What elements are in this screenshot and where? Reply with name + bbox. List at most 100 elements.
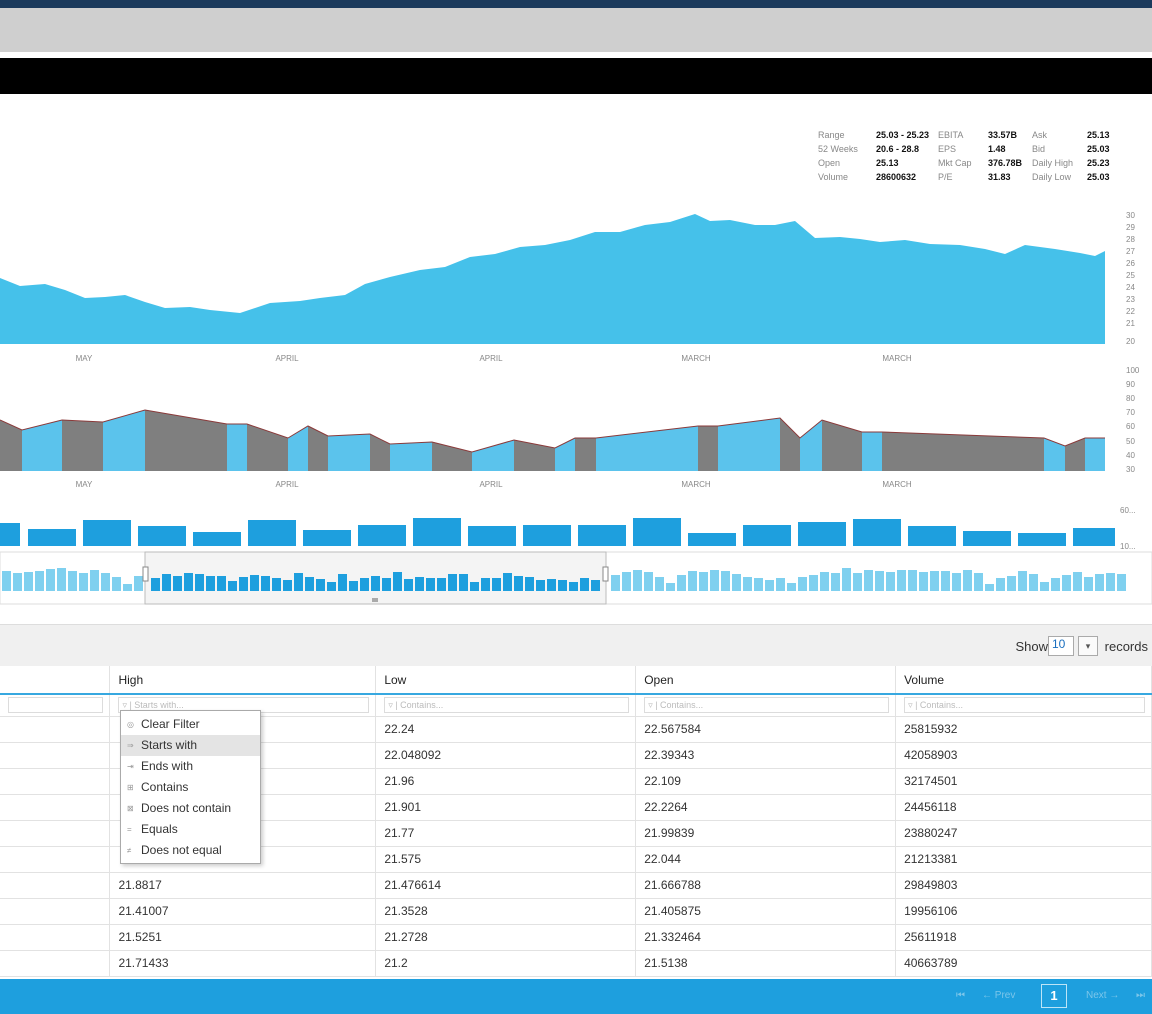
stat-value: 28600632 <box>876 172 917 182</box>
does-not-contain-icon: ⊠ <box>127 804 134 813</box>
menu-item-does-not-equal[interactable]: ≠ Does not equal <box>121 840 260 861</box>
cell: 21.41007 <box>109 898 377 925</box>
svg-text:70: 70 <box>1126 408 1135 417</box>
cell: 29849803 <box>895 872 1152 899</box>
filter-input-open[interactable]: ▿ | Contains... <box>644 697 890 714</box>
stats-row: Volume 28600632 P/E 31.83 Daily Low 25.0… <box>818 170 1117 184</box>
svg-text:30: 30 <box>1126 211 1135 220</box>
cell: 25815932 <box>895 716 1152 743</box>
stat-label: EBITA <box>938 130 964 140</box>
cell: 40663789 <box>895 950 1152 977</box>
stat-label: 52 Weeks <box>818 144 858 154</box>
stat-value: 33.57B <box>988 130 1018 140</box>
starts-with-icon: ⇒ <box>127 741 134 750</box>
svg-text:27: 27 <box>1126 247 1135 256</box>
menu-item-ends-with[interactable]: ⇥ Ends with <box>121 756 260 777</box>
filter-cell <box>0 694 111 717</box>
grid-header-row: High Low Open Volume <box>0 666 1152 695</box>
cell: 22.044 <box>635 846 897 873</box>
svg-text:22: 22 <box>1126 307 1135 316</box>
month-label: MARCH <box>882 480 912 489</box>
cell: 21.575 <box>375 846 637 873</box>
menu-item-starts-with[interactable]: ⇒ Starts with <box>121 735 260 756</box>
svg-text:25: 25 <box>1126 271 1135 280</box>
cell: 21.5251 <box>109 924 377 951</box>
range-navigator[interactable] <box>0 551 1152 605</box>
filter-input[interactable] <box>8 697 104 714</box>
month-label: MARCH <box>681 354 711 363</box>
bar-axis-label: 10... <box>1120 542 1136 551</box>
svg-text:20: 20 <box>1126 337 1135 346</box>
ends-with-icon: ⇥ <box>127 762 134 771</box>
column-header-volume[interactable]: Volume <box>895 666 1152 695</box>
filter-input-volume[interactable]: ▿ | Contains... <box>904 697 1145 714</box>
price-area-series <box>0 214 1105 344</box>
cell <box>0 820 111 847</box>
column-header-high[interactable]: High <box>109 666 377 695</box>
cell: 21.3528 <box>375 898 637 925</box>
cell: 21.476614 <box>375 872 637 899</box>
cell: 22.048092 <box>375 742 637 769</box>
menu-item-label: Does not equal <box>141 843 222 857</box>
navigator-right-handle[interactable] <box>602 566 609 582</box>
cell: 19956106 <box>895 898 1152 925</box>
menu-item-label: Starts with <box>141 738 198 752</box>
chevron-down-icon[interactable]: ▾ <box>1078 636 1098 656</box>
stat-label: Volume <box>818 172 849 182</box>
table-row[interactable]: 21.41007 21.3528 21.405875 19956106 <box>0 898 1152 925</box>
last-page-button[interactable]: ⏭ <box>1136 990 1145 1001</box>
stats-row: Open 25.13 Mkt Cap 376.78B Daily High 25… <box>818 156 1117 170</box>
menu-item-label: Ends with <box>141 759 194 773</box>
column-header-open[interactable]: Open <box>635 666 897 695</box>
stat-label: Daily High <box>1032 158 1074 168</box>
menu-item-label: Contains <box>141 780 189 794</box>
table-row[interactable]: 21.8817 21.476614 21.666788 29849803 <box>0 872 1152 899</box>
cell: 21.8817 <box>109 872 377 899</box>
svg-text:30: 30 <box>1126 465 1135 474</box>
cell <box>0 924 111 951</box>
current-page-button[interactable]: 1 <box>1041 984 1067 1008</box>
month-label: MAY <box>76 480 93 489</box>
month-label: APRIL <box>275 354 299 363</box>
table-row[interactable]: 21.71433 21.2 21.5138 40663789 <box>0 950 1152 977</box>
cell: 21213381 <box>895 846 1152 873</box>
prev-page-button[interactable]: ← Prev <box>982 990 1015 1001</box>
volume-axis: 100 90 80 70 60 50 40 30 <box>1126 366 1140 474</box>
cell: 42058903 <box>895 742 1152 769</box>
menu-item-contains[interactable]: ⊞ Contains <box>121 777 260 798</box>
equals-icon: = <box>127 825 132 834</box>
first-page-button[interactable]: ⏮ <box>956 990 965 1001</box>
cell: 21.77 <box>375 820 637 847</box>
records-per-page-input[interactable]: 10 <box>1048 636 1074 656</box>
menu-item-clear-filter[interactable]: ◎ Clear Filter <box>121 714 260 735</box>
svg-text:100: 100 <box>1126 366 1140 375</box>
stat-label: Open <box>818 158 841 168</box>
stat-value: 25.13 <box>876 158 899 168</box>
cell <box>0 898 111 925</box>
volume-area-series <box>0 409 1105 471</box>
menu-item-does-not-contain[interactable]: ⊠ Does not contain <box>121 798 260 819</box>
menu-item-equals[interactable]: = Equals <box>121 819 260 840</box>
menu-item-label: Equals <box>141 822 178 836</box>
filter-cell: ▿ | Contains... <box>635 694 897 717</box>
next-page-button[interactable]: Next → <box>1086 990 1119 1001</box>
stat-value: 25.03 <box>1087 172 1110 182</box>
pager-bar: ⏮ ← Prev 1 Next → ⏭ <box>0 979 1152 1014</box>
cell: 32174501 <box>895 768 1152 795</box>
column-header-low[interactable]: Low <box>375 666 637 695</box>
filter-input-low[interactable]: ▿ | Contains... <box>384 697 630 714</box>
column-header-date[interactable] <box>0 666 111 695</box>
navigator-left-handle[interactable] <box>142 566 149 582</box>
filter-cell: ▿ | Contains... <box>375 694 637 717</box>
stat-label: Ask <box>1032 130 1048 140</box>
table-row[interactable]: 21.5251 21.2728 21.332464 25611918 <box>0 924 1152 951</box>
menu-item-label: Clear Filter <box>141 717 200 731</box>
svg-text:28: 28 <box>1126 235 1135 244</box>
cell <box>0 794 111 821</box>
navigator-scroll-grip[interactable] <box>372 598 378 602</box>
stat-label: Mkt Cap <box>938 158 972 168</box>
stat-label: EPS <box>938 144 957 154</box>
top-header-bar <box>0 0 1152 8</box>
month-label: APRIL <box>479 480 503 489</box>
menu-item-label: Does not contain <box>141 801 232 815</box>
